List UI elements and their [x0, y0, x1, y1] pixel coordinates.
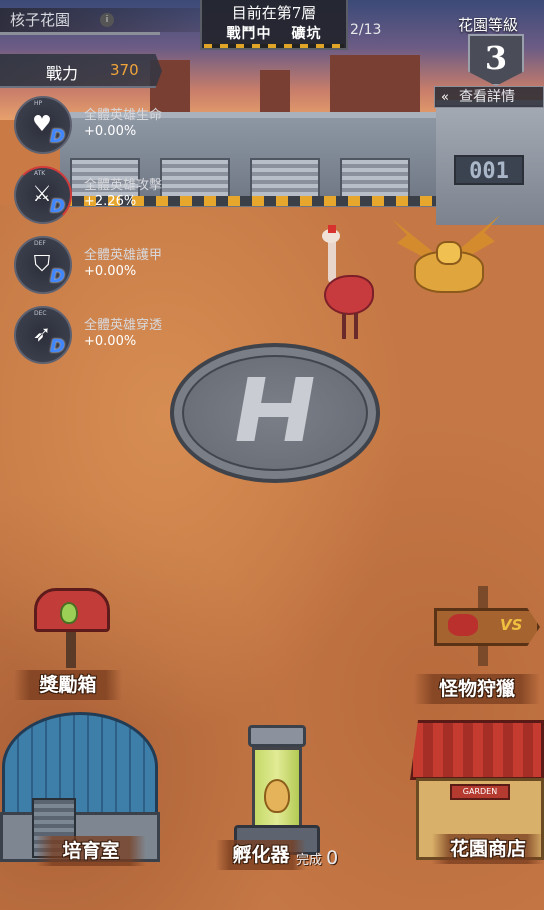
incubator-building[interactable]	[232, 725, 322, 855]
buff-tag: DEF	[34, 240, 46, 247]
garden-name-bar[interactable]: 核子花園 i	[0, 8, 200, 32]
floor-status: 戰鬥中 礦坑	[202, 24, 346, 44]
garden-level-label: 花園等級	[458, 16, 519, 34]
egg-icon	[264, 779, 290, 813]
vs-icon: VS	[500, 616, 523, 634]
monster-hunt-signpost[interactable]: VS	[432, 586, 542, 666]
view-details-label: 查看詳情	[458, 89, 515, 105]
bunker-number: 001	[454, 155, 524, 185]
griffin-monster[interactable]	[392, 215, 500, 300]
buff-dec[interactable]: DEC ➶ D 全體英雄穿透 +0.00%	[14, 306, 254, 366]
shutter-panel	[250, 158, 320, 198]
reward-box-label[interactable]: 獎勵箱	[14, 670, 122, 700]
incubator-complete-label: 完成	[296, 853, 323, 868]
power-bar: 戰力 370	[0, 54, 162, 88]
battle-status: 戰鬥中	[226, 26, 272, 42]
monster-hunt-label[interactable]: 怪物狩獵	[414, 674, 540, 704]
chevron-left-icon: «	[441, 90, 449, 105]
shop-sign: GARDEN	[450, 784, 510, 800]
egg-icon	[60, 602, 78, 624]
top-bar: 核子花園 i 目前在第7層 戰鬥中 礦坑 2/13 花園等級 3	[0, 0, 544, 86]
d-badge-icon: D	[50, 126, 65, 147]
buff-value: +2.26%	[84, 194, 137, 209]
buff-tag: HP	[34, 100, 43, 107]
bunker-door: 001	[436, 100, 544, 225]
d-badge-icon: D	[50, 336, 65, 357]
garden-shop-label[interactable]: 花園商店	[432, 834, 544, 864]
incubator-complete-status: 完成 0	[296, 847, 338, 869]
garden-name: 核子花園	[10, 11, 71, 29]
buff-name: 全體英雄攻擊	[84, 178, 163, 193]
buff-value: +0.00%	[84, 124, 137, 139]
incubator-label[interactable]: 孵化器	[216, 840, 306, 870]
helipad-h-marking	[236, 377, 316, 441]
buff-name: 全體英雄生命	[84, 108, 163, 123]
shutter-panel	[340, 158, 410, 198]
mesa-rock	[330, 55, 420, 115]
power-value: 370	[110, 61, 139, 79]
buff-value: +0.00%	[84, 264, 137, 279]
incubator-complete-count: 0	[326, 847, 339, 869]
reward-box-building[interactable]	[34, 588, 114, 670]
power-label: 戰力	[46, 64, 79, 83]
floor-status-panel[interactable]: 目前在第7層 戰鬥中 礦坑	[200, 0, 348, 50]
d-badge-icon: D	[50, 266, 65, 287]
buff-def[interactable]: DEF ⛉ D 全體英雄護甲 +0.00%	[14, 236, 254, 296]
mesa-rock	[260, 70, 290, 115]
floor-title: 目前在第7層	[231, 4, 317, 22]
buff-value: +0.00%	[84, 334, 137, 349]
buff-name: 全體英雄穿透	[84, 318, 163, 333]
area-name: 礦坑	[291, 26, 322, 42]
buff-tag: ATK	[34, 170, 46, 177]
nursery-label[interactable]: 培育室	[36, 836, 146, 866]
garden-progress-line	[0, 32, 160, 35]
info-icon[interactable]: i	[100, 13, 114, 27]
view-details-button[interactable]: « 查看詳情	[434, 86, 544, 108]
floor-progress: 2/13	[350, 22, 382, 38]
flamingo-monster[interactable]	[310, 225, 380, 345]
buff-name: 全體英雄護甲	[84, 248, 163, 263]
monster-face-icon	[448, 614, 478, 636]
buff-hp[interactable]: HP ♥ D 全體英雄生命 +0.00%	[14, 96, 254, 156]
hazard-stripe	[204, 44, 344, 48]
buff-atk[interactable]: ATK ⚔ D 全體英雄攻擊 +2.26%	[14, 166, 254, 226]
buff-tag: DEC	[34, 310, 47, 317]
d-badge-icon: D	[50, 196, 65, 217]
